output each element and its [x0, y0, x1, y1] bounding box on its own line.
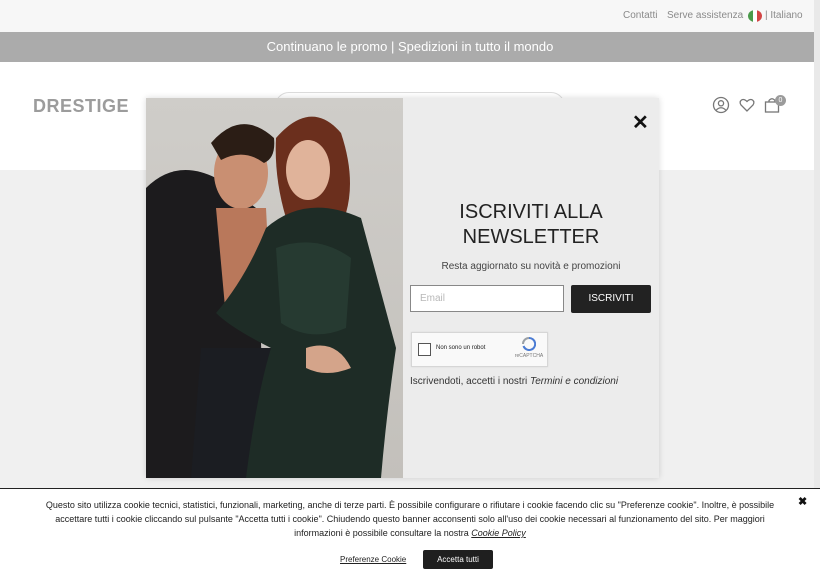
language-selector[interactable]: | Italiano — [765, 10, 803, 21]
top-utility-bar: Contatti Serve assistenza | Italiano — [0, 0, 820, 32]
cookie-close-icon[interactable]: ✖ — [798, 495, 807, 508]
recaptcha-widget: Non sono un robot reCAPTCHA — [411, 332, 548, 367]
scrollbar[interactable] — [814, 0, 820, 488]
heart-icon[interactable] — [738, 96, 756, 114]
terms-text: Iscrivendoti, accetti i nostri Termini e… — [410, 376, 618, 387]
terms-link[interactable]: Termini e condizioni — [530, 376, 618, 387]
recaptcha-brand: reCAPTCHA — [514, 353, 544, 359]
recaptcha-checkbox[interactable] — [418, 343, 431, 356]
cookie-policy-link[interactable]: Cookie Policy — [471, 528, 526, 538]
cookie-text: Questo sito utilizza cookie tecnici, sta… — [30, 498, 790, 540]
cart-count-badge: 0 — [775, 95, 786, 106]
promo-bar: Continuano le promo | Spedizioni in tutt… — [0, 32, 820, 62]
subscribe-button[interactable]: ISCRIVITI — [571, 285, 651, 313]
close-icon[interactable]: ✕ — [632, 110, 649, 135]
account-icon[interactable] — [712, 96, 730, 114]
cookie-message: Questo sito utilizza cookie tecnici, sta… — [45, 500, 775, 538]
italy-flag-icon[interactable] — [748, 10, 762, 22]
site-logo[interactable]: DRESTIGE — [33, 96, 129, 117]
recaptcha-label: Non sono un robot — [436, 345, 486, 351]
accept-all-button[interactable]: Accetta tutti — [423, 550, 493, 569]
recaptcha-logo: reCAPTCHA — [514, 336, 544, 359]
help-link[interactable]: Serve assistenza — [667, 10, 743, 21]
newsletter-subtitle: Resta aggiornato su novità e promozioni — [441, 261, 621, 272]
recaptcha-icon — [522, 336, 537, 351]
terms-prefix: Iscrivendoti, accetti i nostri — [410, 376, 528, 387]
newsletter-title: ISCRIVITI ALLA NEWSLETTER — [459, 201, 603, 248]
fashion-couple-image — [146, 98, 403, 478]
email-field[interactable] — [410, 285, 564, 312]
cookie-preferences-button[interactable]: Preferenze Cookie — [340, 555, 406, 564]
contact-link[interactable]: Contatti — [623, 10, 657, 21]
